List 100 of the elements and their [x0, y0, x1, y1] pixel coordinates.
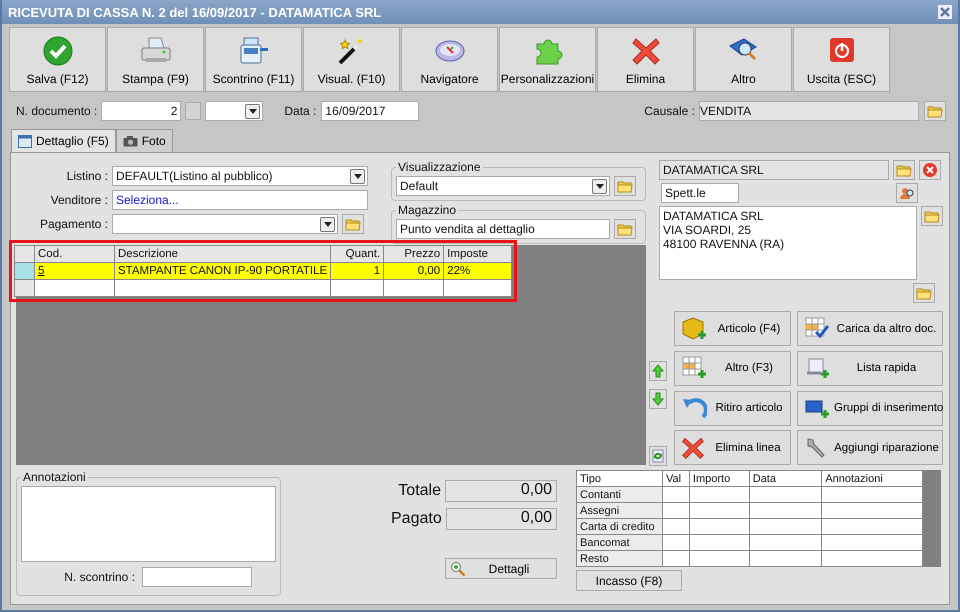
dropdown-button[interactable]	[350, 168, 365, 184]
folder-icon	[916, 286, 932, 300]
action-button[interactable]: Carica da altro doc.	[797, 311, 943, 346]
calendar-icon	[18, 134, 32, 148]
cash-register-icon	[238, 36, 270, 66]
table-cell: 1	[330, 262, 384, 280]
x-icon	[630, 36, 660, 66]
toolbar-button[interactable]: Scontrino (F11)	[205, 27, 302, 92]
address-box[interactable]: DATAMATICA SRL VIA SOARDI, 25 48100 RAVENNA (RA)	[659, 206, 917, 280]
remove-button[interactable]	[919, 160, 941, 180]
table-cell: Resto	[576, 550, 662, 566]
table-row[interactable]: 5 STAMPANTE CANON IP-90 PORTATILE 1 0,00 22%	[14, 262, 512, 280]
action-button[interactable]: Articolo (F4)	[674, 311, 791, 346]
action-button[interactable]: Elimina linea	[674, 430, 791, 466]
dropdown-button[interactable]	[245, 104, 260, 118]
folder-button[interactable]	[342, 214, 364, 234]
window-title: RICEVUTA DI CASSA N. 2 del 16/09/2017 - DATAMATICA SRL	[8, 4, 382, 20]
total-value: 0,00	[446, 508, 557, 530]
folder-button[interactable]	[614, 176, 636, 196]
document-number-field[interactable]: 2	[101, 101, 182, 121]
salutation-field[interactable]: Spett.le	[661, 183, 739, 203]
dropdown-button[interactable]	[592, 178, 607, 194]
toolbar-button[interactable]: Uscita (ESC)	[793, 27, 890, 92]
field-label: Venditore :	[50, 193, 108, 207]
table-cell: STAMPANTE CANON IP-90 PORTATILE	[114, 262, 331, 280]
table-cell: 5	[34, 262, 114, 280]
folder-icon	[345, 217, 361, 231]
caret-icon	[248, 108, 257, 114]
toolbar-button[interactable]: Altro	[695, 27, 792, 92]
table-cell: 22%	[444, 262, 512, 280]
column-header[interactable]: Descrizione	[114, 246, 331, 262]
column-header[interactable]: Tipo	[576, 470, 662, 486]
tab[interactable]: Dettaglio (F5)	[11, 129, 116, 152]
group-label: Magazzino	[397, 203, 458, 217]
tab[interactable]: Foto	[116, 129, 173, 152]
price-list-dropdown[interactable]: DEFAULT(Listino al pubblico)	[112, 166, 368, 186]
move-up-button[interactable]	[649, 361, 667, 381]
folder-icon	[617, 179, 633, 193]
date-field[interactable]: 16/09/2017	[321, 101, 420, 121]
field-label: N. documento :	[16, 104, 98, 118]
toolbar-button[interactable]: Elimina	[597, 27, 694, 92]
collect-button[interactable]: Incasso (F8)	[576, 570, 682, 591]
details-button[interactable]: Dettagli	[445, 558, 557, 579]
caret-icon	[596, 184, 604, 188]
field-label: N. scontrino :	[63, 570, 135, 584]
folder-button[interactable]	[913, 283, 935, 303]
table-cell: Contanti	[576, 486, 662, 502]
table-cell: 0,00	[384, 262, 444, 280]
receipt-number-field[interactable]	[142, 567, 252, 587]
warehouse-field[interactable]: Punto vendita al dettaglio	[396, 219, 610, 239]
power-icon	[828, 36, 856, 64]
zoom-in-icon	[450, 560, 466, 576]
action-button[interactable]: Gruppi di inserimento	[797, 390, 943, 426]
folder-icon	[924, 209, 940, 223]
action-button[interactable]: Aggiungi riparazione	[797, 430, 943, 466]
caret-icon	[324, 222, 332, 226]
toolbar-button[interactable]: Salva (F12)	[9, 27, 106, 92]
folder-button[interactable]	[614, 219, 636, 239]
column-header[interactable]: Data	[749, 470, 822, 486]
column-header[interactable]: Quant.	[330, 246, 384, 262]
table-cell: Bancomat	[576, 534, 662, 550]
close-icon[interactable]	[938, 5, 952, 19]
customer-name-field[interactable]: DATAMATICA SRL	[659, 160, 889, 180]
notes-textarea[interactable]	[21, 486, 276, 562]
row-indicator	[14, 246, 34, 262]
x-icon	[681, 436, 705, 460]
action-button[interactable]: Ritiro articolo	[674, 390, 791, 426]
column-header[interactable]: Prezzo	[384, 246, 444, 262]
folder-icon	[927, 104, 943, 118]
refresh-button[interactable]	[649, 446, 667, 466]
column-header[interactable]: Cod.	[34, 246, 114, 262]
field-label: Pagamento :	[38, 217, 108, 231]
table-cell: Assegni	[576, 502, 662, 518]
box-plus-icon	[681, 316, 707, 342]
display-dropdown[interactable]: Default	[396, 176, 610, 196]
checkmark-icon	[42, 36, 72, 66]
column-header[interactable]: Importo	[689, 470, 750, 486]
action-button[interactable]: Lista rapida	[797, 350, 943, 386]
seller-field[interactable]: Seleziona...	[112, 190, 368, 210]
table-cell: Carta di credito	[576, 518, 662, 534]
causale-field[interactable]: VENDITA	[699, 101, 919, 121]
total-value: 0,00	[445, 480, 557, 502]
column-header[interactable]: Imposte	[444, 246, 512, 262]
column-header[interactable]: Val	[662, 470, 690, 486]
person-search-icon	[899, 186, 915, 200]
dropdown-field[interactable]	[205, 101, 264, 121]
group-label: Annotazioni	[22, 470, 87, 484]
column-header[interactable]: Annotazioni	[822, 470, 922, 486]
field-label: Listino :	[66, 169, 108, 183]
person-search-button[interactable]	[896, 183, 918, 203]
toolbar-button[interactable]: Stampa (F9)	[107, 27, 204, 92]
toolbar-button[interactable]: Navigatore	[401, 27, 498, 92]
total-label: Totale	[398, 482, 441, 500]
toolbar-button[interactable]: Visual. (F10)	[303, 27, 400, 92]
folder-icon	[896, 163, 912, 177]
folder-button[interactable]	[924, 101, 946, 121]
move-down-button[interactable]	[649, 389, 667, 409]
dropdown-button[interactable]	[320, 216, 335, 232]
action-button[interactable]: Altro (F3)	[674, 350, 791, 386]
toolbar-button[interactable]: Personalizzazioni	[499, 27, 596, 92]
